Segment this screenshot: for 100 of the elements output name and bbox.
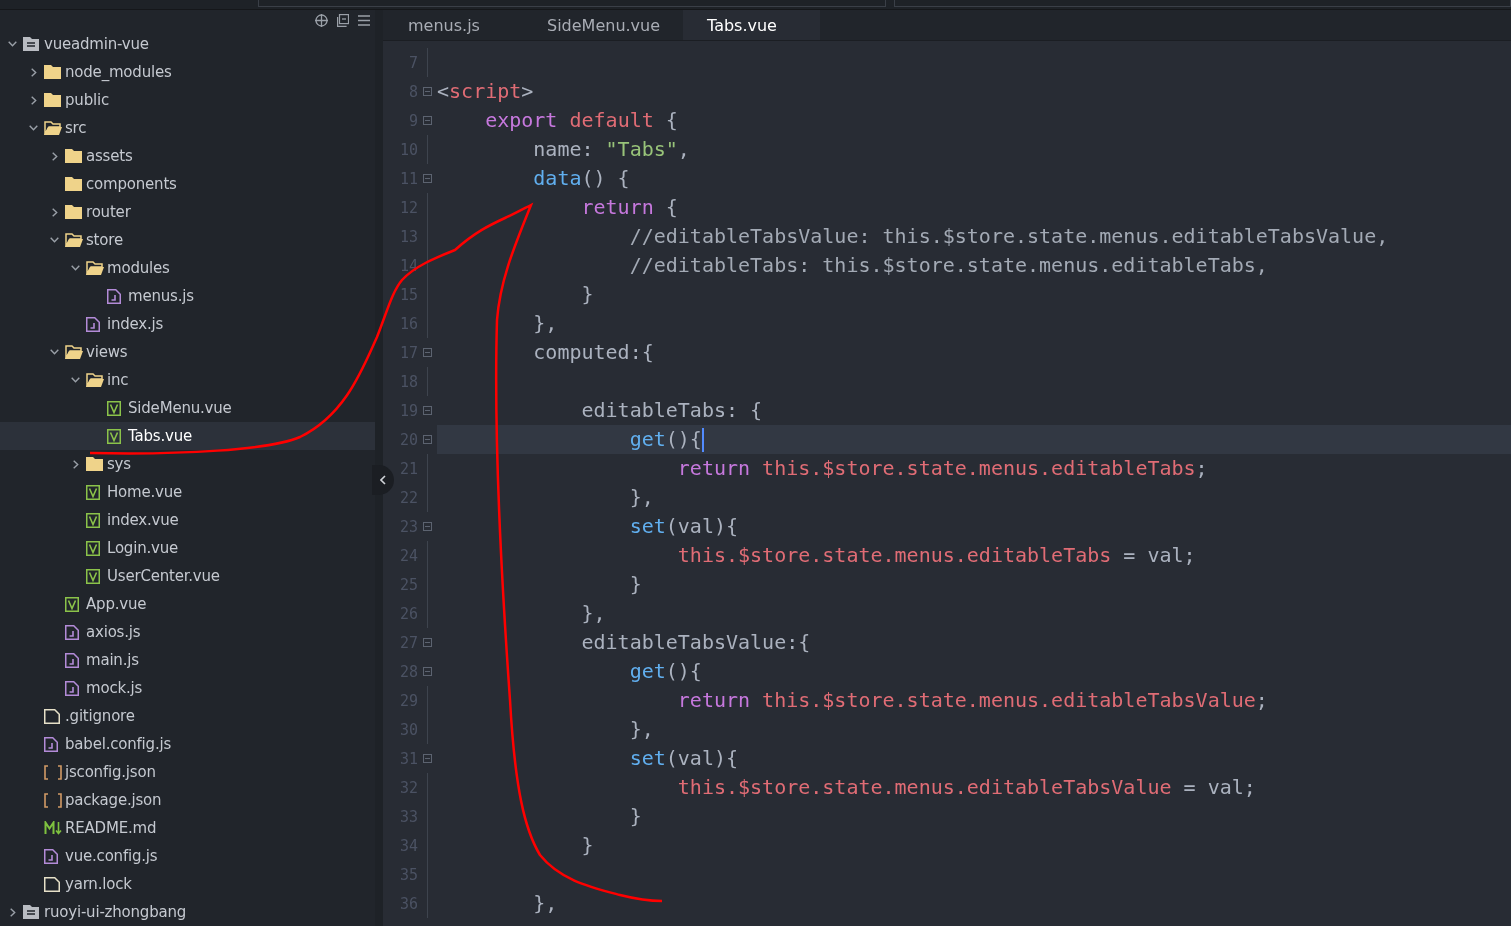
code-line: this.$store.state.menus.editableTabs = val; [676,542,1196,569]
vue-file-icon [86,512,100,528]
code-line: export default { [484,107,678,134]
code-line: computed:{ [532,339,654,366]
vue-file-icon [65,596,79,612]
tree-item[interactable]: vue.config.js [0,842,375,870]
chevron-down-icon[interactable] [50,237,59,243]
tree-item[interactable]: inc [0,366,375,394]
open-folder-icon [86,373,104,387]
open-folder-icon [65,345,83,359]
code-line: } [628,803,642,830]
locate-icon[interactable] [315,13,328,27]
markdown-icon [44,821,62,835]
open-folder-icon [44,121,62,135]
tree-item[interactable]: index.js [0,310,375,338]
code-line: //editableTabs: this.$store.state.menus.editableTabs, [628,252,1268,279]
tree-item[interactable]: .gitignore [0,702,375,730]
code-line: } [580,281,594,308]
script-file-icon [107,288,121,304]
code-line: } [628,571,642,598]
chevron-down-icon[interactable] [71,265,80,271]
script-file-icon [44,736,58,752]
code-line: } [580,832,594,859]
folder-icon [65,177,82,191]
tree-item[interactable]: modules [0,254,375,282]
tree-item[interactable]: vueadmin-vue [0,30,375,58]
chevron-right-icon[interactable] [30,67,37,77]
code-line: }, [580,600,606,627]
tree-item[interactable]: src [0,114,375,142]
code-line: return this.$store.state.menus.editableTabs; [676,455,1208,482]
code-line: editableTabsValue:{ [580,629,811,656]
project-icon [23,905,39,919]
tree-item[interactable]: babel.config.js [0,730,375,758]
tree-item[interactable]: jsconfig.json [0,758,375,786]
tree-item[interactable]: axios.js [0,618,375,646]
code-line: //editableTabsValue: this.$store.state.menus.editableTabsValue, [628,223,1389,250]
tree-item[interactable]: Tabs.vue [0,422,375,450]
chevron-right-icon[interactable] [51,207,58,217]
chevron-down-icon[interactable] [71,377,80,383]
vue-file-icon [107,428,121,444]
vue-file-icon [86,568,100,584]
script-file-icon [65,652,79,668]
code-line: <script> [437,78,534,105]
tree-item[interactable]: views [0,338,375,366]
vue-file-icon [86,484,100,500]
open-folder-icon [65,233,83,247]
project-icon [23,37,39,51]
brackets-icon [44,792,62,808]
script-file-icon [44,848,58,864]
tree-item[interactable]: index.vue [0,506,375,534]
tree-item[interactable]: menus.js [0,282,375,310]
code-line: }, [532,890,558,917]
code-line: editableTabs: { [580,397,763,424]
brackets-icon [44,764,62,780]
tree-item[interactable]: ruoyi-ui-zhongbang [0,898,375,926]
chevron-right-icon[interactable] [30,95,37,105]
code-line: data() { [532,165,630,192]
code-line: name: "Tabs", [532,136,690,163]
code-line: }, [628,484,654,511]
tree-item[interactable]: README.md [0,814,375,842]
tree-item[interactable]: package.json [0,786,375,814]
menu-icon[interactable] [358,14,370,26]
tree-item[interactable]: Login.vue [0,534,375,562]
collapse-all-icon[interactable] [337,13,349,27]
tree-item[interactable]: sys [0,450,375,478]
code-line: get(){ [628,658,702,685]
code-line: return this.$store.state.menus.editableTabsValue; [676,687,1268,714]
tree-item[interactable]: Home.vue [0,478,375,506]
code-line: this.$store.state.menus.editableTabsValue = val; [676,774,1256,801]
tree-item[interactable]: node_modules [0,58,375,86]
chevron-right-icon[interactable] [72,459,79,469]
folder-icon [65,205,82,219]
vue-file-icon [86,540,100,556]
chevron-down-icon[interactable] [29,125,38,131]
tree-item[interactable]: components [0,170,375,198]
open-folder-icon [86,261,104,275]
folder-icon [44,93,61,107]
folder-icon [86,457,103,471]
chevron-down-icon[interactable] [50,349,59,355]
tree-item[interactable]: router [0,198,375,226]
editor-tab[interactable]: Tabs.vue [683,10,820,40]
chevron-down-icon[interactable] [8,41,17,47]
tree-item[interactable]: assets [0,142,375,170]
tree-item[interactable]: main.js [0,646,375,674]
chevron-right-icon[interactable] [51,151,58,161]
vue-file-icon [107,400,121,416]
chevron-right-icon[interactable] [9,907,16,917]
script-file-icon [65,624,79,640]
script-file-icon [65,680,79,696]
tree-item[interactable]: App.vue [0,590,375,618]
collapse-handle[interactable] [372,465,394,495]
tree-item[interactable]: UserCenter.vue [0,562,375,590]
tree-item[interactable]: mock.js [0,674,375,702]
tree-item[interactable]: public [0,86,375,114]
tree-item[interactable]: SideMenu.vue [0,394,375,422]
code-line: get(){ [628,426,702,453]
tree-item[interactable]: store [0,226,375,254]
text-cursor [701,427,704,452]
tree-item[interactable]: yarn.lock [0,870,375,898]
code-line: set(val){ [628,513,739,540]
